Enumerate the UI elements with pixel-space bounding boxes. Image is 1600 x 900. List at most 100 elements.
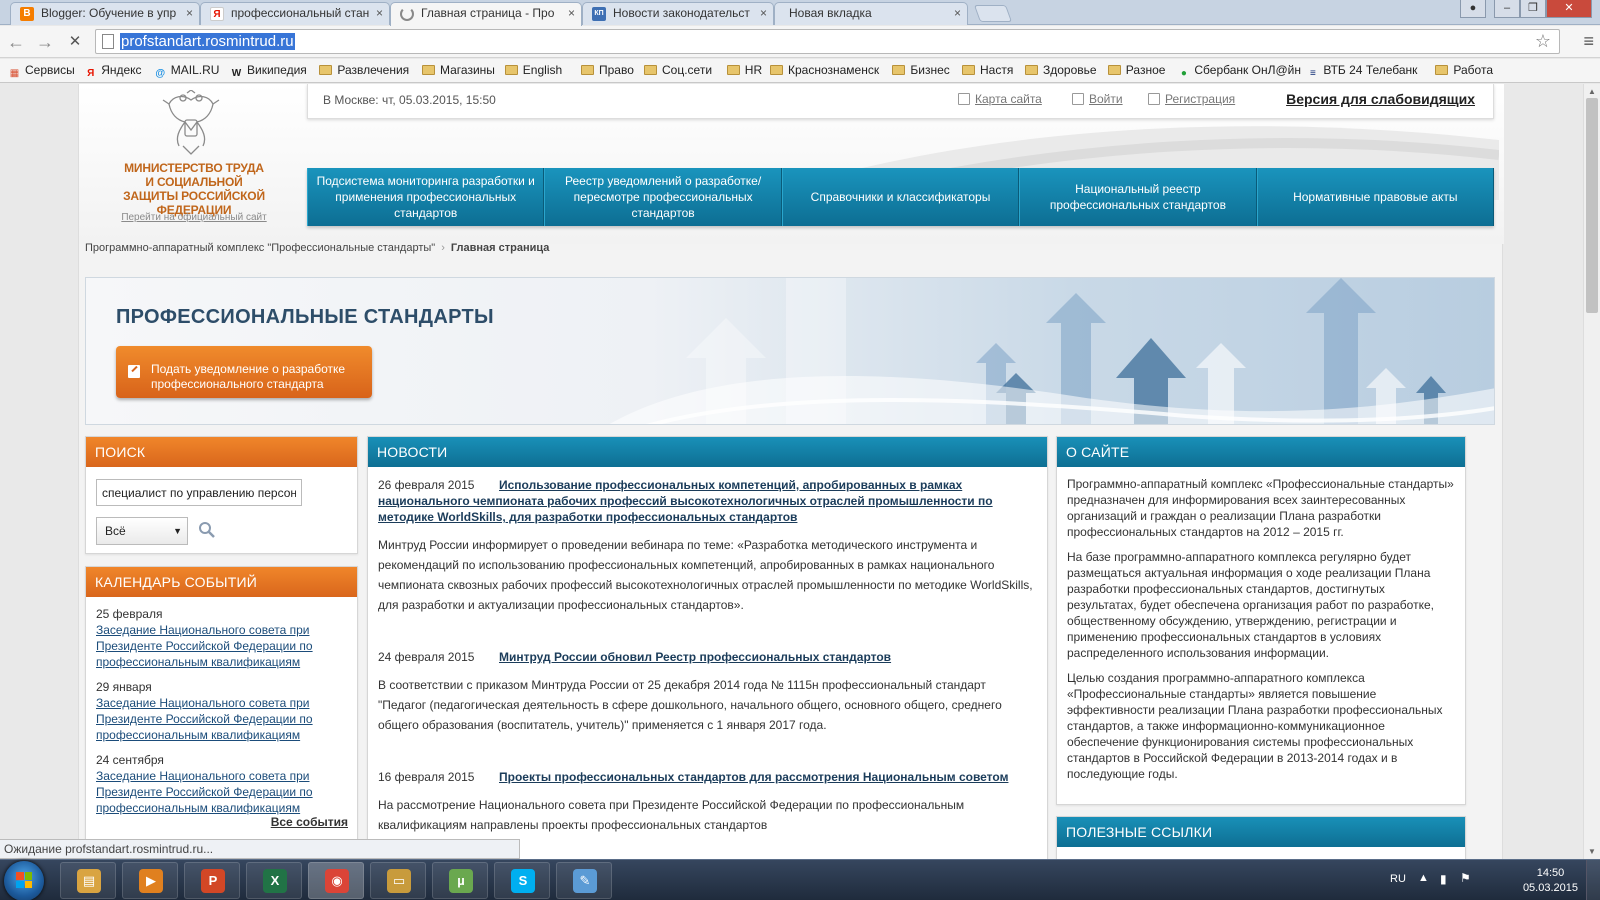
status-bubble: Ожидание profstandart.rosmintrud.ru... (0, 839, 520, 859)
event-item: 29 января Заседание Национального совета… (86, 679, 357, 743)
bookmark-7[interactable]: English (504, 63, 562, 77)
tab-new[interactable]: Новая вкладка × (774, 2, 968, 25)
taskbar-app-skype[interactable]: S (494, 862, 550, 899)
bookmark-17[interactable]: ≡ ВТБ 24 Телебанк (1306, 63, 1417, 80)
ministry-name: МИНИСТЕРСТВО ТРУДА И СОЦИАЛЬНОЙ ЗАЩИТЫ Р… (123, 161, 265, 217)
login-label: Войти (1089, 92, 1123, 106)
nav-notifications-registry[interactable]: Реестр уведомлений о разработке/ пересмо… (544, 168, 782, 226)
nav-national-registry[interactable]: Национальный реестр профессиональных ста… (1019, 168, 1257, 226)
tab-news[interactable]: КП Новости законодательст × (582, 2, 774, 25)
bookmark-5[interactable]: Развлечения (319, 63, 409, 77)
close-button[interactable]: ✕ (1546, 0, 1592, 18)
taskbar-app-explorer[interactable]: ▤ (60, 862, 116, 899)
submit-notification-button[interactable]: Подать уведомление о разработке професси… (116, 346, 372, 398)
bookmarks-bar: ▦ Сервисы Я Яндекс @ MAIL.RU W Википедия Развлеч… (0, 59, 1600, 83)
nav-monitoring[interactable]: Подсистема мониторинга разработки и прим… (307, 168, 545, 226)
bookmark-1[interactable]: ▦ Сервисы (8, 63, 75, 80)
bookmark-12[interactable]: Бизнес (892, 63, 950, 77)
search-scope-select[interactable]: Всё ▼ (96, 517, 188, 545)
scroll-up-icon[interactable]: ▲ (1588, 87, 1596, 96)
tab-close-icon[interactable]: × (954, 3, 961, 24)
bookmark-15[interactable]: Разное (1107, 63, 1165, 77)
consultant-icon: КП (592, 7, 606, 21)
clock[interactable]: 14:50 05.03.2015 (1523, 866, 1578, 896)
event-date: 29 января (96, 680, 152, 694)
show-desktop-button[interactable] (1586, 860, 1600, 900)
low-vision-link[interactable]: Версия для слабовидящих (1286, 91, 1475, 107)
news-title-link[interactable]: Минтруд России обновил Реестр профессион… (499, 650, 891, 664)
search-icon[interactable] (198, 521, 216, 539)
register-link[interactable]: Регистрация (1148, 92, 1235, 106)
bookmark-3[interactable]: @ MAIL.RU (154, 63, 219, 80)
news-title-link[interactable]: Проекты профессиональных стандартов для … (499, 770, 1008, 784)
taskbar-app-excel[interactable]: X (246, 862, 302, 899)
network-icon[interactable]: ▮ (1440, 872, 1447, 886)
back-button[interactable]: ← (5, 31, 27, 53)
bookmark-4[interactable]: W Википедия (230, 63, 307, 80)
news-date: 26 февраля 2015 (378, 478, 475, 492)
menu-icon[interactable]: ≡ (1583, 31, 1594, 52)
sitemap-link[interactable]: Карта сайта (958, 92, 1042, 106)
wikipedia-icon: W (231, 68, 242, 79)
user-button[interactable]: ● (1460, 0, 1486, 18)
login-link[interactable]: Войти (1072, 92, 1123, 106)
bookmark-11[interactable]: Краснознаменск (770, 63, 879, 77)
taskbar-app-chrome[interactable]: ◉ (308, 862, 364, 899)
nav-legal-acts[interactable]: Нормативные правовые акты (1256, 168, 1495, 226)
bookmark-label: Настя (980, 63, 1014, 77)
all-events-link[interactable]: Все события (271, 815, 348, 829)
bookmark-14[interactable]: Здоровье (1025, 63, 1097, 77)
news-body: На рассмотрение Национального совета при… (378, 798, 965, 832)
tab-blogger[interactable]: B Blogger: Обучение в упр × (10, 2, 200, 25)
vertical-scrollbar[interactable]: ▲ ▼ (1583, 84, 1600, 859)
bookmark-18[interactable]: Работа (1435, 63, 1493, 77)
new-tab-button[interactable] (973, 5, 1013, 22)
scrollbar-thumb[interactable] (1586, 98, 1598, 313)
bookmark-16[interactable]: ● Сбербанк ОнЛ@йн (1177, 63, 1301, 80)
tab-active[interactable]: Главная страница - Про × (390, 2, 582, 26)
bookmark-8[interactable]: Право (581, 63, 634, 77)
nav-directories[interactable]: Справочники и классификаторы (781, 168, 1020, 226)
tray-expand-icon[interactable]: ▲ (1418, 872, 1429, 884)
browser-toolbar: ← → ✕ profstandart.rosmintrud.ru ☆ ≡ (0, 26, 1600, 58)
scroll-down-icon[interactable]: ▼ (1588, 847, 1596, 856)
bookmark-13[interactable]: Настя (962, 63, 1013, 77)
language-indicator[interactable]: RU (1390, 873, 1406, 885)
event-link[interactable]: Заседание Национального совета при Прези… (96, 696, 313, 742)
bookmark-9[interactable]: Соц.сети (644, 63, 712, 77)
taskbar-app-folder[interactable]: ▭ (370, 862, 426, 899)
action-center-flag-icon[interactable]: ⚑ (1460, 871, 1471, 885)
taskbar-app-paint[interactable]: ✎ (556, 862, 612, 899)
breadcrumb-root[interactable]: Программно-аппаратный комплекс "Професси… (85, 242, 435, 254)
news-panel: НОВОСТИ 26 февраля 2015 Использование про… (367, 436, 1048, 859)
excel-icon: X (263, 869, 287, 893)
start-button[interactable] (4, 861, 44, 900)
tab-close-icon[interactable]: × (760, 3, 767, 24)
search-input[interactable] (96, 479, 302, 506)
bookmark-10[interactable]: HR (726, 63, 762, 77)
tab-close-icon[interactable]: × (568, 3, 575, 24)
taskbar-app-media-player[interactable]: ▶ (122, 862, 178, 899)
event-link[interactable]: Заседание Национального совета при Прези… (96, 623, 313, 669)
forward-button[interactable]: → (34, 31, 56, 53)
bookmark-6[interactable]: Магазины (422, 63, 495, 77)
address-bar[interactable]: profstandart.rosmintrud.ru ☆ (95, 29, 1560, 54)
tab-title: Новости законодательст (613, 6, 750, 20)
taskbar: ▤ ▶ P X ◉ ▭ µ S ✎ RU ▲ ▮ ⚑ 14:50 05.03.2015 (0, 859, 1600, 900)
bookmark-2[interactable]: Я Яндекс (84, 63, 141, 80)
taskbar-app-powerpoint[interactable]: P (184, 862, 240, 899)
stop-button[interactable]: ✕ (64, 31, 86, 53)
news-body: Минтруд России информирует о проведении … (378, 538, 1033, 612)
maximize-button[interactable]: ❐ (1520, 0, 1546, 18)
folder-icon (581, 65, 594, 75)
tab-close-icon[interactable]: × (376, 3, 383, 24)
event-link[interactable]: Заседание Национального совета при Прези… (96, 769, 313, 815)
minimize-button[interactable]: – (1494, 0, 1520, 18)
taskbar-app-utorrent[interactable]: µ (432, 862, 488, 899)
url-text[interactable]: profstandart.rosmintrud.ru (120, 33, 295, 50)
tab-close-icon[interactable]: × (186, 3, 193, 24)
official-site-link[interactable]: Перейти на официальный сайт (114, 212, 274, 223)
bookmark-star-icon[interactable]: ☆ (1535, 31, 1551, 52)
tab-yandex[interactable]: Я профессиональный стан × (200, 2, 390, 25)
hero-banner: ПРОФЕССИОНАЛЬНЫЕ СТАНДАРТЫ Подать уведом… (85, 277, 1495, 425)
